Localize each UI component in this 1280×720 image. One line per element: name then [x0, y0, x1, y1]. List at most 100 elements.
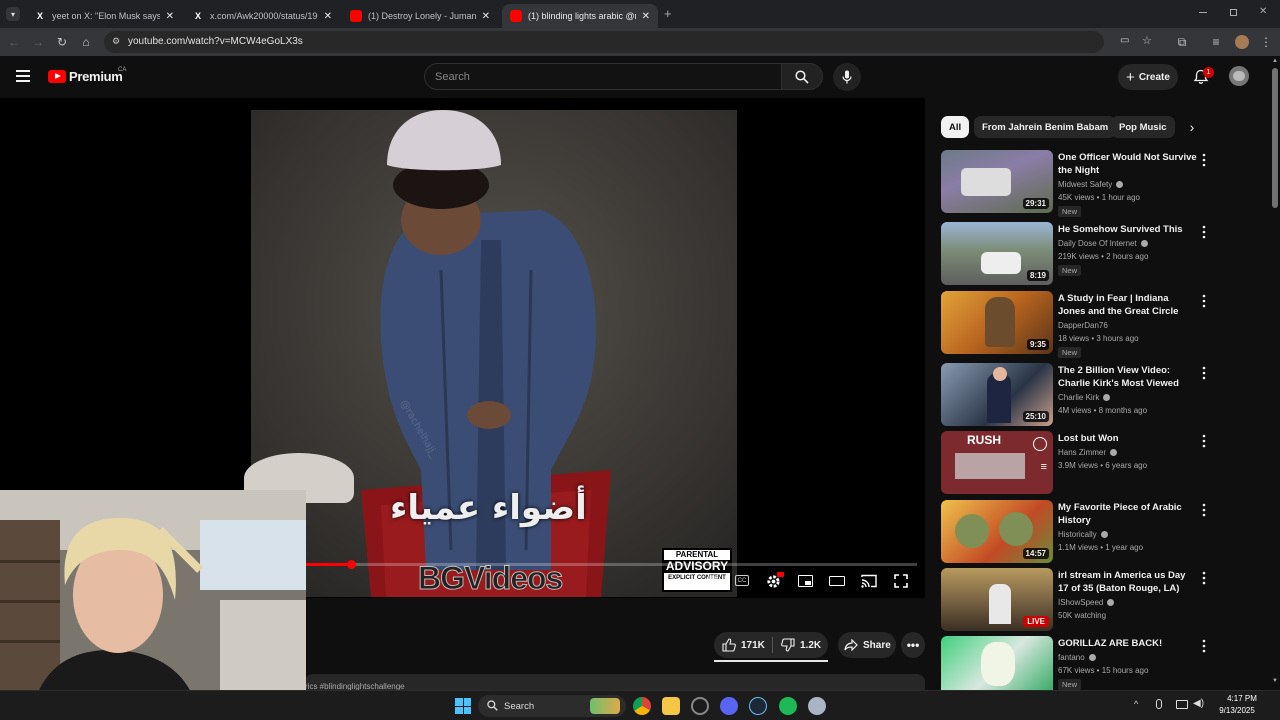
chip-from-jahrein[interactable]: From Jahrein Benim Babam [974, 116, 1117, 138]
channel-name[interactable]: IShowSpeed [1058, 598, 1115, 607]
home-icon[interactable]: ⌂ [78, 34, 94, 50]
bookmark-star-icon[interactable]: ☆ [1142, 34, 1152, 47]
channel-name[interactable]: Hans Zimmer [1058, 448, 1118, 457]
more-vertical-icon[interactable] [1200, 366, 1208, 380]
chrome-icon[interactable] [633, 697, 651, 715]
create-button[interactable]: + Create [1118, 64, 1178, 90]
video-thumbnail[interactable]: LIVE [941, 568, 1053, 631]
video-title[interactable]: He Somehow Survived This [1058, 223, 1198, 236]
scroll-down-arrow-icon[interactable]: ▼ [1272, 678, 1278, 684]
chevron-right-icon[interactable]: › [1183, 118, 1201, 136]
settings-app-icon[interactable] [691, 697, 709, 715]
steam-icon[interactable] [749, 697, 767, 715]
recommendation-item[interactable]: RUSH ≡ Lost but Won Hans Zimmer 3.9M vie… [941, 431, 1211, 495]
add-to-queue-icon[interactable]: ≡ [1041, 461, 1047, 473]
profile-avatar[interactable] [1235, 35, 1249, 49]
video-thumbnail[interactable]: RUSH ≡ [941, 431, 1053, 494]
channel-name[interactable]: Charlie Kirk [1058, 393, 1111, 402]
scrollbar-thumb[interactable] [1272, 68, 1278, 208]
progress-scrubber-handle[interactable] [346, 560, 356, 569]
recommendation-item[interactable]: 29:31 One Officer Would Not Survive the … [941, 150, 1211, 217]
browser-tab-4-active[interactable]: (1) blinding lights arabic @rach ✕ [502, 4, 658, 28]
more-vertical-icon[interactable] [1200, 571, 1208, 585]
address-bar[interactable]: ⚙ youtube.com/watch?v=MCW4eGoLX3s ▭ ☆ [104, 31, 1152, 53]
taskbar-search-box[interactable]: Search [478, 695, 626, 717]
more-actions-button[interactable]: ••• [901, 632, 925, 658]
channel-name[interactable]: Midwest Safety [1058, 180, 1124, 189]
recommendation-item[interactable]: 8:19 He Somehow Survived This Daily Dose… [941, 222, 1211, 286]
restore-icon[interactable] [1230, 9, 1237, 16]
recommendation-item[interactable]: 14:57 My Favorite Piece of Arabic Histor… [941, 500, 1211, 564]
install-app-icon[interactable]: ▭ [1120, 35, 1129, 46]
video-thumbnail[interactable]: 14:57 [941, 500, 1053, 563]
new-tab-icon[interactable]: + [664, 6, 672, 21]
close-icon[interactable]: ✕ [642, 11, 650, 22]
more-vertical-icon[interactable] [1200, 639, 1208, 653]
channel-name[interactable]: Daily Dose Of Internet [1058, 239, 1148, 248]
minimize-icon[interactable] [1199, 12, 1207, 13]
captions-icon[interactable]: CC [735, 575, 749, 586]
watch-later-icon[interactable] [1033, 437, 1047, 451]
browser-menu-icon[interactable]: ⋮ [1258, 34, 1274, 50]
recommendation-item[interactable]: LIVE irl stream in America us Day 17 of … [941, 568, 1211, 632]
video-title[interactable]: A Study in Fear | Indiana Jones and the … [1058, 292, 1198, 318]
more-vertical-icon[interactable] [1200, 434, 1208, 448]
cast-icon[interactable] [861, 574, 877, 588]
scroll-up-arrow-icon[interactable]: ▲ [1272, 58, 1278, 64]
browser-tab-1[interactable]: X yeet on X: "Elon Musk says Has ✕ [26, 4, 182, 28]
play-pause-icon[interactable] [706, 575, 718, 587]
network-icon[interactable] [1176, 700, 1188, 709]
recommendation-item[interactable]: 9:35 A Study in Fear | Indiana Jones and… [941, 291, 1211, 358]
forward-icon[interactable]: → [30, 34, 46, 50]
close-icon[interactable]: ✕ [324, 11, 332, 22]
channel-name[interactable]: DapperDan76 [1058, 321, 1108, 330]
video-title[interactable]: irl stream in America us Day 17 of 35 (B… [1058, 569, 1198, 595]
more-vertical-icon[interactable] [1200, 503, 1208, 517]
volume-icon[interactable]: ◀) [1193, 698, 1204, 709]
close-icon[interactable]: ✕ [482, 11, 490, 22]
video-title[interactable]: One Officer Would Not Survive the Night [1058, 151, 1198, 177]
site-info-icon[interactable]: ⚙ [112, 36, 120, 47]
theater-mode-icon[interactable] [829, 576, 845, 586]
spotify-icon[interactable] [779, 697, 797, 715]
video-title[interactable]: Lost but Won [1058, 432, 1198, 445]
close-window-icon[interactable]: ✕ [1259, 6, 1267, 17]
more-vertical-icon[interactable] [1200, 153, 1208, 167]
channel-name[interactable]: Historically [1058, 530, 1108, 539]
video-thumbnail[interactable]: 9:35 [941, 291, 1053, 354]
video-thumbnail[interactable] [941, 636, 1053, 690]
chip-all[interactable]: All [941, 116, 970, 138]
microphone-tray-icon[interactable] [1156, 699, 1162, 709]
video-thumbnail[interactable]: 29:31 [941, 150, 1053, 213]
miniplayer-icon[interactable] [798, 575, 813, 587]
taskbar-clock-date[interactable]: 9/13/2025 [1210, 706, 1264, 715]
account-avatar[interactable] [1229, 66, 1249, 86]
more-vertical-icon[interactable] [1200, 225, 1208, 239]
search-input[interactable]: Search [424, 63, 782, 90]
recommendation-item[interactable]: GORILLAZ ARE BACK! fantano 67K views • 1… [941, 636, 1211, 690]
share-button[interactable]: Share [838, 632, 896, 658]
taskbar-clock-time[interactable]: 4:17 PM [1220, 694, 1264, 703]
video-title[interactable]: My Favorite Piece of Arabic History [1058, 501, 1198, 527]
recommendation-item[interactable]: 25:10 The 2 Billion View Video: Charlie … [941, 363, 1211, 427]
video-thumbnail[interactable]: 25:10 [941, 363, 1053, 426]
extensions-icon[interactable]: ⧉ [1174, 34, 1190, 50]
file-explorer-icon[interactable] [662, 697, 680, 715]
video-title[interactable]: The 2 Billion View Video: Charlie Kirk's… [1058, 364, 1198, 390]
browser-tab-3[interactable]: (1) Destroy Lonely - Jumanji (O ✕ [342, 4, 498, 28]
video-title[interactable]: GORILLAZ ARE BACK! [1058, 637, 1198, 650]
back-icon[interactable]: ← [6, 34, 22, 50]
reload-icon[interactable]: ↻ [54, 34, 70, 50]
voice-search-button[interactable] [833, 63, 861, 91]
tab-search-dropdown-icon[interactable]: ▾ [6, 7, 20, 21]
page-scrollbar[interactable]: ▲ ▼ [1270, 56, 1280, 690]
reading-list-icon[interactable]: ≡ [1208, 34, 1224, 50]
video-progress-bar[interactable] [305, 563, 917, 566]
video-thumbnail[interactable]: 8:19 [941, 222, 1053, 285]
fullscreen-icon[interactable] [894, 574, 908, 588]
discord-icon[interactable] [720, 697, 738, 715]
dislike-button[interactable]: 1.2K [773, 638, 821, 652]
windows-start-icon[interactable] [455, 698, 471, 714]
app-gear-icon[interactable] [808, 697, 826, 715]
channel-name[interactable]: fantano [1058, 653, 1096, 662]
